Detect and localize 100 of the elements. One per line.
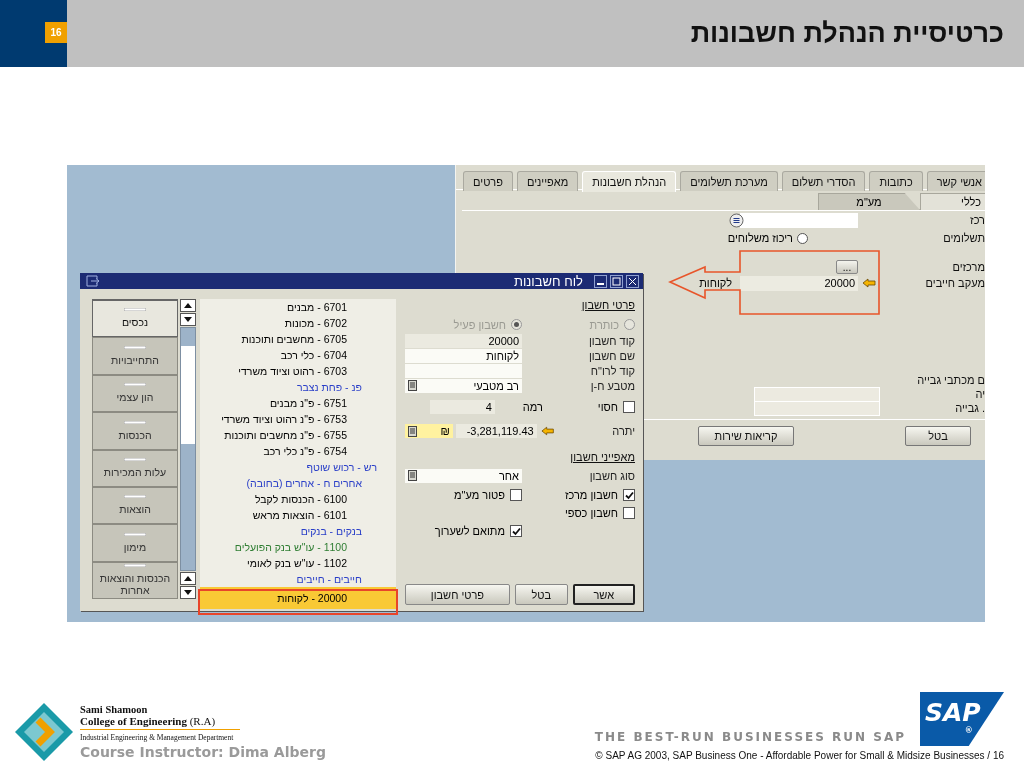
- tab[interactable]: הנהלת חשבונות: [582, 171, 677, 192]
- field-label: תשלומים: [942, 232, 985, 244]
- tree-item[interactable]: 6703 - רהוט וציוד משרדי: [200, 363, 396, 379]
- input-field[interactable]: 20000: [740, 275, 858, 291]
- scroll-up-button[interactable]: [180, 299, 196, 312]
- list-icon[interactable]: [408, 425, 417, 437]
- window-title: לוח חשבונות: [513, 273, 583, 289]
- minimize-icon: [597, 283, 604, 285]
- tab[interactable]: כתובות: [869, 171, 923, 191]
- checkbox[interactable]: [623, 507, 635, 519]
- category-button[interactable]: מימון: [92, 524, 178, 562]
- window-button[interactable]: קריאות שירות: [698, 426, 794, 446]
- tab[interactable]: מאפיינים: [516, 171, 579, 191]
- arrow-icon[interactable]: [540, 426, 554, 436]
- scroll-down-button[interactable]: [180, 586, 196, 599]
- checkbox-label: פטור מע"מ: [454, 489, 505, 501]
- checkbox-label: חסוי: [597, 401, 618, 413]
- tree-item[interactable]: חייבים - חייבים: [200, 571, 396, 587]
- category-button[interactable]: הכנסות: [92, 412, 178, 450]
- tree-item[interactable]: 6705 - מחשבים ותוכנות: [200, 331, 396, 347]
- field-label: ם מכתבי גבייה: [916, 374, 985, 386]
- category-button[interactable]: הון עצמי: [92, 374, 178, 413]
- input-field[interactable]: לקוחות: [405, 348, 522, 363]
- radio-label: כותרת: [589, 318, 619, 331]
- tab[interactable]: פרטים: [463, 171, 513, 191]
- field-label: יתרה: [611, 425, 635, 437]
- caret-up-icon: [184, 576, 192, 581]
- field-label: קוד חשבון: [587, 334, 635, 347]
- checkbox[interactable]: [510, 525, 522, 537]
- college-name: College of Engineering (R.A): [80, 715, 240, 730]
- field-label: מעקב חייבים: [924, 277, 985, 289]
- handle-icon: [124, 383, 146, 387]
- scroll-up-button[interactable]: [180, 572, 196, 585]
- scrollbar[interactable]: [180, 327, 196, 571]
- category-button[interactable]: הוצאות: [92, 486, 178, 525]
- tab[interactable]: אנשי קשר: [926, 171, 985, 191]
- tree-item[interactable]: 6753 - פ"נ רהוט וציוד משרדי: [200, 411, 396, 427]
- tree-item[interactable]: 6751 - פ"נ מבנים: [200, 395, 396, 411]
- handle-icon: [124, 420, 146, 424]
- input-field[interactable]: [754, 386, 880, 402]
- tree-item[interactable]: 6100 - הכנסות לקבל: [200, 491, 396, 507]
- checkbox-label: חשבון כספי: [564, 507, 618, 519]
- handle-icon: [124, 495, 146, 499]
- browse-button[interactable]: ...: [836, 260, 858, 274]
- list-icon[interactable]: [408, 380, 417, 391]
- scroll-down-button[interactable]: [180, 313, 196, 326]
- arrow-icon[interactable]: [862, 278, 876, 288]
- dialog-button[interactable]: פרטי חשבון: [405, 584, 510, 605]
- account-name: לקוחות: [699, 277, 732, 289]
- section-header: פרטי חשבון: [581, 299, 635, 313]
- radio-label: חשבון פעיל: [453, 318, 506, 331]
- field-label: רמה: [521, 401, 543, 413]
- category-button[interactable]: נכסים: [92, 299, 178, 338]
- tab[interactable]: הסדרי תשלום: [781, 171, 866, 191]
- tree-item[interactable]: 6702 - מכונות: [200, 315, 396, 331]
- list-icon[interactable]: [729, 212, 744, 228]
- tab[interactable]: מערכת תשלומים: [680, 171, 778, 191]
- tree-item[interactable]: 6101 - הוצאות מראש: [200, 507, 396, 523]
- field-label: יה: [974, 388, 985, 400]
- dialog-button[interactable]: אשר: [572, 584, 635, 605]
- dropdown-field[interactable]: אחר: [405, 468, 522, 483]
- tab[interactable]: מע"מ: [818, 193, 920, 210]
- list-icon[interactable]: [408, 470, 417, 481]
- tree-item[interactable]: 1100 - עו"ש בנק הפועלים: [200, 539, 396, 555]
- caret-down-icon: [184, 317, 192, 322]
- currency-field[interactable]: ₪: [405, 424, 453, 438]
- checkbox[interactable]: [623, 401, 635, 413]
- checkbox[interactable]: [623, 489, 635, 501]
- tree-item[interactable]: אחרים ח - אחרים (בחובה): [200, 475, 396, 491]
- tree-item[interactable]: 6755 - פ"נ מחשבים ותוכנות: [200, 427, 396, 443]
- tree-item[interactable]: 20000 - לקוחות: [200, 587, 396, 609]
- category-button[interactable]: עלות המכירות: [92, 449, 178, 487]
- tree-item[interactable]: 6754 - פ"נ כלי רכב: [200, 443, 396, 459]
- checkbox-label: חשבון מרכז: [564, 489, 618, 501]
- input-field[interactable]: רב מטבעי: [405, 378, 522, 393]
- window-button[interactable]: בטל: [905, 426, 971, 446]
- window-menu-icon[interactable]: [86, 275, 100, 287]
- tree-item[interactable]: 6701 - מבנים: [200, 299, 396, 315]
- tree-item[interactable]: פנ - פחת נצבר: [200, 379, 396, 395]
- checkbox[interactable]: [510, 489, 522, 501]
- minimize-button[interactable]: [594, 274, 607, 288]
- input-field[interactable]: 4: [429, 400, 495, 414]
- input-field[interactable]: [405, 363, 522, 378]
- input-field[interactable]: [740, 212, 858, 228]
- tree-item[interactable]: בנקים - בנקים: [200, 523, 396, 539]
- tree-item[interactable]: 6704 - כלי רכב: [200, 347, 396, 363]
- close-button[interactable]: [626, 274, 639, 288]
- category-button[interactable]: התחייבויות: [92, 337, 178, 375]
- tab[interactable]: כללי: [920, 193, 985, 210]
- caret-down-icon: [184, 590, 192, 595]
- maximize-button[interactable]: [610, 274, 623, 288]
- tagline: THE BEST-RUN BUSINESSES RUN SAP: [594, 730, 906, 744]
- category-button[interactable]: הכנסות והוצאות אחרות: [92, 561, 178, 599]
- tree-item[interactable]: רש - רכוש שוטף: [200, 459, 396, 475]
- dialog-button[interactable]: בטל: [514, 584, 568, 605]
- input-field[interactable]: 20000: [405, 333, 522, 348]
- radio-button[interactable]: [797, 232, 808, 244]
- handle-icon: [124, 564, 146, 568]
- tree-item[interactable]: 1102 - עו"ש בנק לאומי: [200, 555, 396, 571]
- handle-icon: [124, 308, 146, 312]
